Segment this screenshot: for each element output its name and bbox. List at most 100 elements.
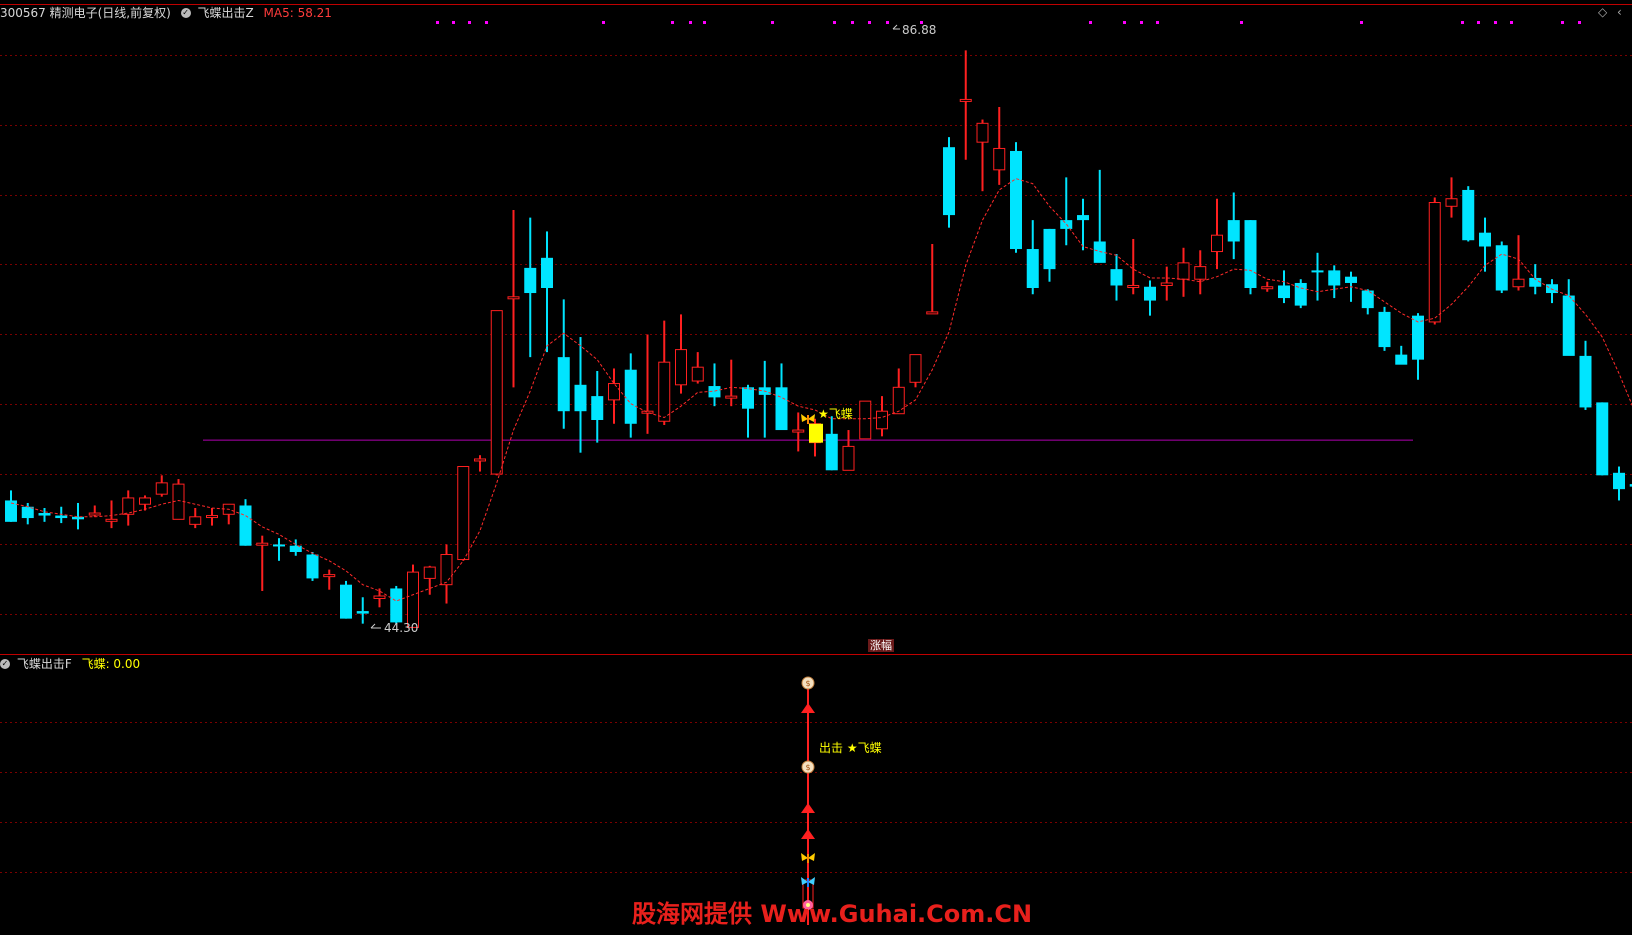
signal-candle [809,423,823,443]
candle-body [1127,284,1140,288]
signal-dot [1477,21,1480,24]
candle-body [876,410,888,430]
candle-body [105,518,118,522]
candle-body [390,588,403,623]
signal-dot [468,21,471,24]
chevron-icon[interactable]: ‹ [1617,4,1622,20]
candle-body [139,497,151,505]
diamond-icon[interactable]: ◇ [1598,4,1607,20]
candle [1445,177,1458,218]
candle-body [474,458,486,462]
candle [1211,198,1223,270]
candle [1093,169,1106,263]
signal-dot [1360,21,1363,24]
signal-dot [1494,21,1497,24]
candle [474,455,486,472]
signal-dot [689,21,692,24]
candle-body [1395,354,1408,365]
candle-body [1328,270,1341,286]
candle-body [423,566,436,579]
candle [457,466,470,561]
candle [725,359,738,407]
candle [1127,238,1140,295]
candle-body [1311,270,1324,273]
candle [1194,250,1207,295]
candle [926,244,939,315]
candle [1479,217,1491,272]
up-arrow-icon [801,803,815,813]
candle [323,569,336,590]
signal-dot [436,21,439,24]
sub-indicator-value: 飞蝶: 0.00 [81,657,141,671]
sub-indicator-name[interactable]: 飞蝶出击F [17,656,72,672]
candle-body [507,296,520,300]
candle-body [1077,215,1089,221]
signal-dot [671,21,674,24]
candle [289,539,302,556]
signal-dot [1123,21,1126,24]
candle-body [1613,472,1625,490]
candle [1579,340,1592,410]
candle [574,337,587,453]
candle-body [239,505,252,546]
check-icon[interactable]: ✓ [0,659,10,669]
candle [624,353,637,438]
candle [1010,142,1022,253]
candle-body [38,513,51,516]
high-marker [892,24,900,30]
candle-body [1227,220,1240,242]
signal-dot [851,21,854,24]
candle-body [641,410,654,414]
candle-body [1261,286,1274,290]
candle [373,588,386,608]
candle-body [591,396,604,420]
candle-body [88,512,101,516]
candle [1177,247,1190,297]
candle-body [1244,220,1257,288]
candle [1512,235,1525,291]
candle-body [1144,286,1156,301]
candle [340,580,352,619]
candle [72,502,84,530]
ma5-line [10,178,1632,602]
candle-body [1512,278,1525,288]
low-marker [370,623,381,629]
candle [1043,228,1056,282]
candle-body [1428,202,1441,323]
signal-label: ★飞蝶 [818,407,853,421]
stock-title[interactable]: 300567 精测电子(日线,前复权) [0,5,171,21]
candle [440,544,453,604]
candle [524,217,537,358]
candle [122,490,135,526]
money-bag-icon: $ [801,676,815,690]
candle [959,50,972,160]
candle-body [1562,295,1575,356]
candle [1428,197,1441,325]
candle-body [691,366,704,382]
candle [1278,270,1290,304]
candle-body [1479,232,1491,247]
candle [641,334,654,434]
indicator-name[interactable]: 飞蝶出击Z [197,5,253,21]
candle [859,400,872,440]
check-icon[interactable]: ✓ [180,8,191,18]
candle-body [624,369,637,424]
candle [239,499,252,546]
candle-body [1361,290,1374,309]
candle-body [306,554,319,579]
candle [1613,466,1625,501]
candle-body [892,386,905,415]
butterfly-icon [801,853,815,863]
candle-body [608,383,620,401]
candle [1412,313,1424,380]
candle [356,597,369,624]
date-tag: 涨幅 [868,639,894,652]
signal-dot [771,21,774,24]
candle [557,299,570,429]
svg-text:$: $ [805,763,810,772]
candle-body [825,433,838,471]
candle [775,363,788,431]
candle-body [1546,284,1558,294]
candle [742,384,754,438]
candle-body [926,311,939,315]
